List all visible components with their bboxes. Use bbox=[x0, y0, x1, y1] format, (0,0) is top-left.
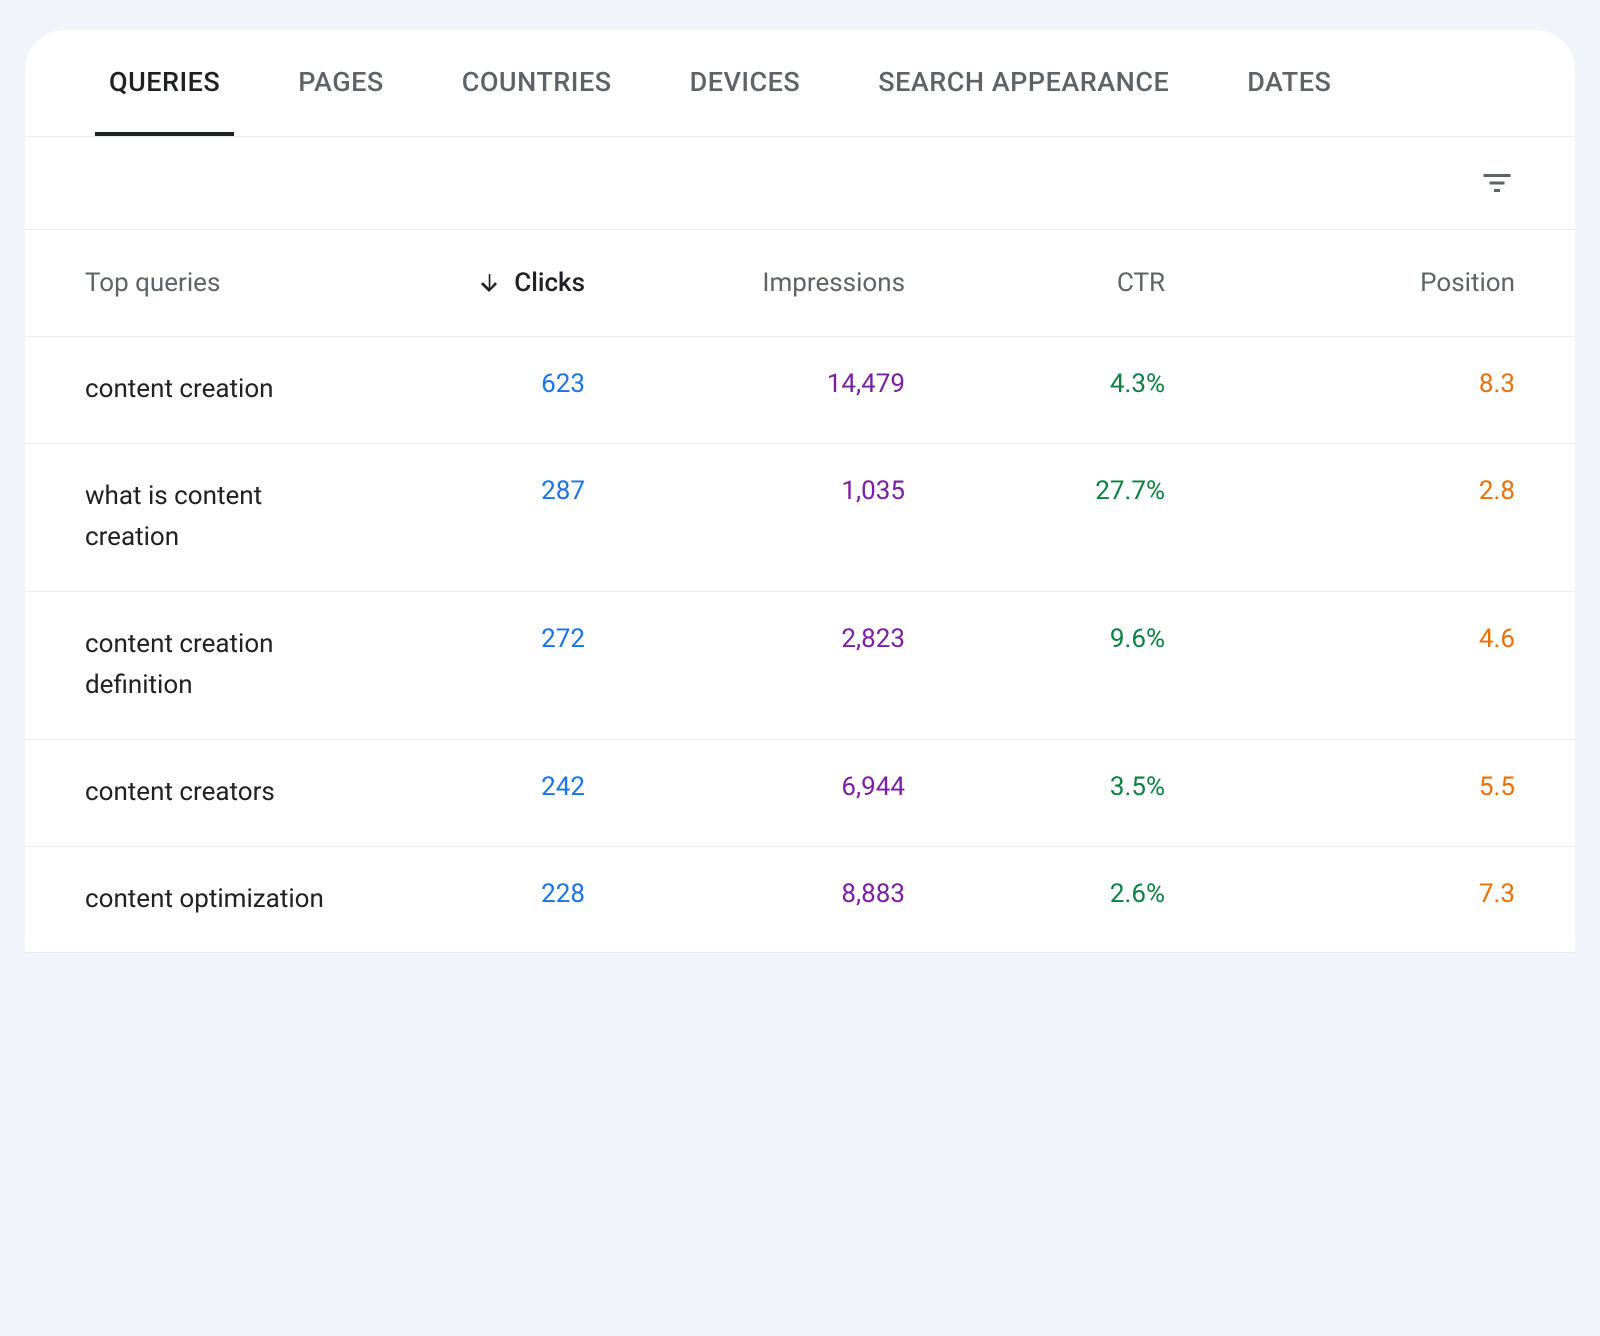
column-header-clicks[interactable]: Clicks bbox=[365, 268, 585, 298]
cell-clicks: 272 bbox=[365, 624, 585, 654]
table-row[interactable]: content creation 623 14,479 4.3% 8.3 bbox=[25, 337, 1575, 444]
table-row[interactable]: content creators 242 6,944 3.5% 5.5 bbox=[25, 740, 1575, 847]
cell-position: 8.3 bbox=[1165, 369, 1515, 399]
cell-query: content creators bbox=[85, 772, 365, 814]
tab-label: DATES bbox=[1247, 66, 1331, 98]
cell-ctr: 27.7% bbox=[905, 476, 1165, 506]
fade-overlay bbox=[0, 1186, 1600, 1336]
column-label: Impressions bbox=[762, 268, 905, 298]
cell-impressions: 1,035 bbox=[585, 476, 905, 506]
cell-clicks: 287 bbox=[365, 476, 585, 506]
tab-label: QUERIES bbox=[109, 66, 220, 98]
cell-ctr: 3.5% bbox=[905, 772, 1165, 802]
tab-label: PAGES bbox=[298, 66, 383, 98]
cell-position: 4.6 bbox=[1165, 624, 1515, 654]
column-label: Clicks bbox=[514, 268, 585, 298]
cell-clicks: 228 bbox=[365, 879, 585, 909]
tab-countries[interactable]: COUNTRIES bbox=[448, 30, 626, 136]
cell-impressions: 6,944 bbox=[585, 772, 905, 802]
column-label: CTR bbox=[1117, 268, 1165, 298]
cell-impressions: 8,883 bbox=[585, 879, 905, 909]
cell-position: 7.3 bbox=[1165, 879, 1515, 909]
tab-dates[interactable]: DATES bbox=[1233, 30, 1345, 136]
table-header: Top queries Clicks Impressions CTR Posit… bbox=[25, 230, 1575, 337]
tab-label: SEARCH APPEARANCE bbox=[878, 66, 1169, 98]
tab-bar: QUERIES PAGES COUNTRIES DEVICES SEARCH A… bbox=[25, 30, 1575, 137]
cell-query: what is content creation bbox=[85, 476, 365, 559]
column-label: Top queries bbox=[85, 268, 220, 298]
cell-position: 2.8 bbox=[1165, 476, 1515, 506]
cell-impressions: 14,479 bbox=[585, 369, 905, 399]
tab-search-appearance[interactable]: SEARCH APPEARANCE bbox=[864, 30, 1183, 136]
table-row[interactable]: content creation definition 272 2,823 9.… bbox=[25, 592, 1575, 740]
column-header-ctr[interactable]: CTR bbox=[905, 268, 1165, 298]
cell-clicks: 242 bbox=[365, 772, 585, 802]
tab-label: COUNTRIES bbox=[462, 66, 612, 98]
column-header-query[interactable]: Top queries bbox=[85, 268, 365, 298]
cell-query: content creation definition bbox=[85, 624, 365, 707]
cell-impressions: 2,823 bbox=[585, 624, 905, 654]
cell-query: content optimization bbox=[85, 879, 365, 921]
tab-label: DEVICES bbox=[690, 66, 801, 98]
table-row[interactable]: content optimization 228 8,883 2.6% 7.3 bbox=[25, 847, 1575, 954]
cell-ctr: 2.6% bbox=[905, 879, 1165, 909]
cell-ctr: 4.3% bbox=[905, 369, 1165, 399]
cell-clicks: 623 bbox=[365, 369, 585, 399]
report-panel: QUERIES PAGES COUNTRIES DEVICES SEARCH A… bbox=[25, 30, 1575, 953]
column-header-position[interactable]: Position bbox=[1165, 268, 1515, 298]
tab-queries[interactable]: QUERIES bbox=[95, 30, 234, 136]
cell-position: 5.5 bbox=[1165, 772, 1515, 802]
column-header-impressions[interactable]: Impressions bbox=[585, 268, 905, 298]
column-label: Position bbox=[1420, 268, 1515, 298]
filter-bar bbox=[25, 137, 1575, 230]
tab-devices[interactable]: DEVICES bbox=[676, 30, 815, 136]
filter-icon[interactable] bbox=[1479, 165, 1515, 201]
sort-arrow-down-icon bbox=[476, 270, 502, 296]
cell-query: content creation bbox=[85, 369, 365, 411]
tab-pages[interactable]: PAGES bbox=[284, 30, 397, 136]
cell-ctr: 9.6% bbox=[905, 624, 1165, 654]
table-row[interactable]: what is content creation 287 1,035 27.7%… bbox=[25, 444, 1575, 592]
